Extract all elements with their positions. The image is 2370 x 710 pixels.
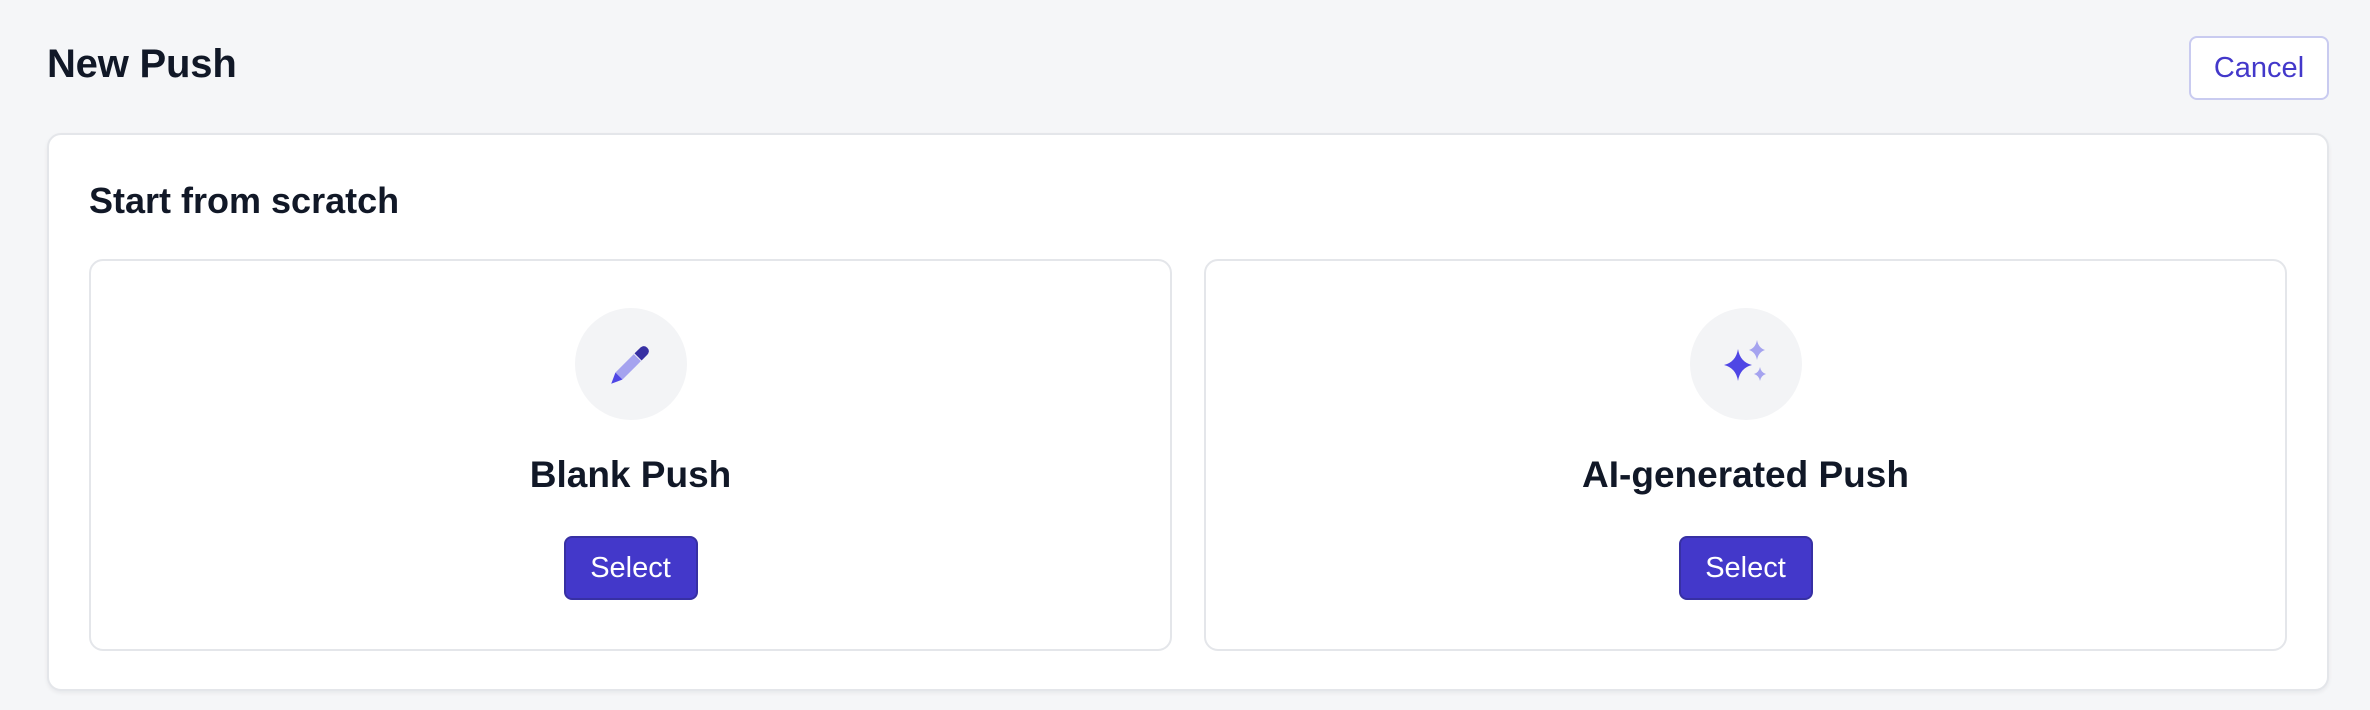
start-from-scratch-panel: Start from scratch Blank Push Select AI-… (47, 133, 2329, 691)
ai-generated-push-title: AI-generated Push (1582, 454, 1909, 495)
sparkles-icon (1723, 340, 1766, 381)
page-title: New Push (47, 42, 237, 86)
ai-generated-push-select-button[interactable]: Select (1678, 536, 1813, 600)
cancel-button[interactable]: Cancel (2189, 36, 2329, 100)
blank-push-icon-container (574, 308, 687, 420)
ai-generated-push-option-card[interactable]: AI-generated Push Select (1204, 259, 2287, 651)
blank-push-title: Blank Push (529, 454, 732, 495)
blank-push-option-card[interactable]: Blank Push Select (89, 259, 1172, 651)
ai-generated-push-icon-container (1689, 308, 1802, 420)
pencil-icon (610, 346, 649, 384)
blank-push-select-button[interactable]: Select (563, 536, 698, 600)
section-title: Start from scratch (89, 180, 400, 221)
